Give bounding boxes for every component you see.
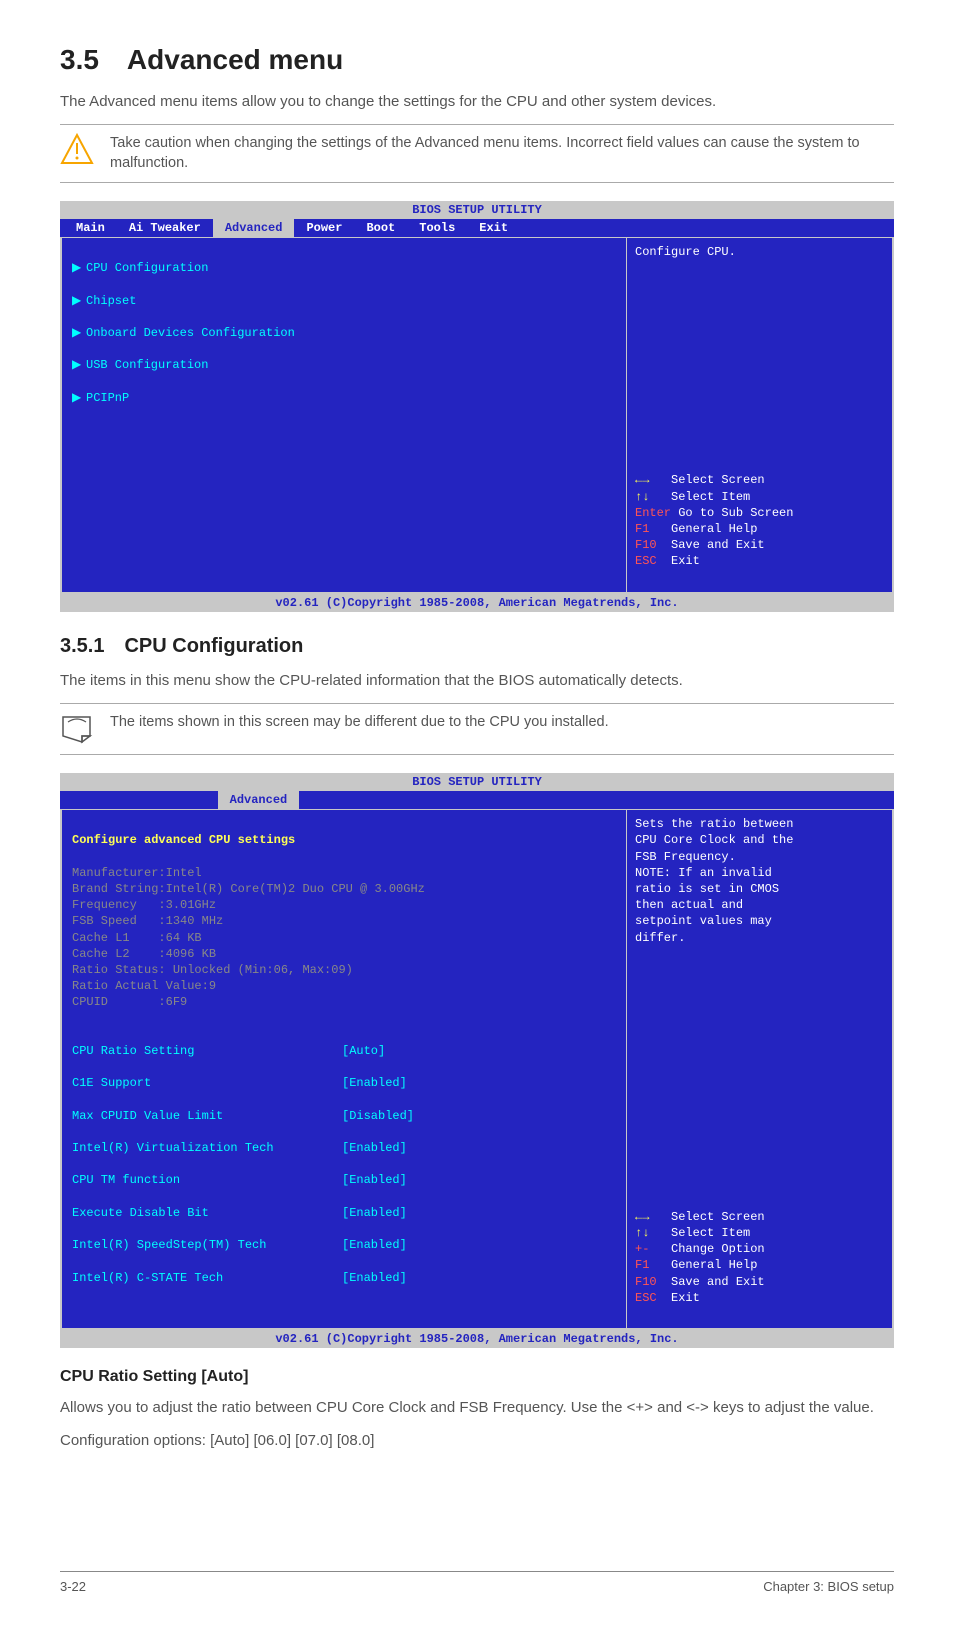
setting-label: Intel(R) C-STATE Tech xyxy=(72,1270,342,1286)
setting-label: Execute Disable Bit xyxy=(72,1205,342,1221)
chapter-label: Chapter 3: BIOS setup xyxy=(763,1578,894,1596)
subsection-text: The items in this menu show the CPU-rela… xyxy=(60,670,894,691)
help-text: Sets the ratio between CPU Core Clock an… xyxy=(635,816,884,946)
bios-help-pane: Configure CPU. ←→ Select Screen ↑↓ Selec… xyxy=(627,238,892,592)
tab-boot: Boot xyxy=(354,219,407,237)
cpu-ratio-options: Configuration options: [Auto] [06.0] [07… xyxy=(60,1430,894,1451)
tab-advanced: Advanced xyxy=(213,219,295,237)
cpu-ratio-heading: CPU Ratio Setting [Auto] xyxy=(60,1366,894,1388)
setting-label: Max CPUID Value Limit xyxy=(72,1108,342,1124)
setting-label: C1E Support xyxy=(72,1075,342,1091)
note-callout: The items shown in this screen may be di… xyxy=(60,703,894,755)
bios-tab-bar: Main Ai Tweaker Advanced Power Boot Tool… xyxy=(60,219,894,237)
setting-value: [Enabled] xyxy=(342,1205,407,1221)
key-legend: ←→ Select Screen ↑↓ Select Item Enter Go… xyxy=(635,456,884,586)
bios-menu-list: ▶CPU Configuration ▶Chipset ▶Onboard Dev… xyxy=(62,238,627,592)
bios-screenshot-advanced-menu: BIOS SETUP UTILITY Main Ai Tweaker Advan… xyxy=(60,201,894,612)
setting-value: [Enabled] xyxy=(342,1237,407,1253)
cpu-ratio-paragraph: Allows you to adjust the ratio between C… xyxy=(60,1397,894,1418)
caution-callout: Take caution when changing the settings … xyxy=(60,124,894,183)
intro-paragraph: The Advanced menu items allow you to cha… xyxy=(60,91,894,112)
menu-item: PCIPnP xyxy=(86,390,129,406)
bios-screenshot-cpu-config: BIOS SETUP UTILITY .................. Ad… xyxy=(60,773,894,1348)
page-footer: 3-22 Chapter 3: BIOS setup xyxy=(60,1571,894,1596)
bios-title-bar: BIOS SETUP UTILITY xyxy=(60,773,894,791)
subsection-heading: 3.5.1 CPU Configuration xyxy=(60,632,894,660)
setting-label: CPU Ratio Setting xyxy=(72,1043,342,1059)
bios-copyright: v02.61 (C)Copyright 1985-2008, American … xyxy=(60,594,894,612)
note-text: The items shown in this screen may be di… xyxy=(110,712,609,732)
tab-power: Power xyxy=(294,219,354,237)
menu-item: Onboard Devices Configuration xyxy=(86,325,295,341)
page-number: 3-22 xyxy=(60,1578,86,1596)
bios-cpu-pane: Configure advanced CPU settings Manufact… xyxy=(62,810,627,1328)
setting-value: [Enabled] xyxy=(342,1075,407,1091)
note-icon xyxy=(60,712,94,746)
tab-main: Main xyxy=(64,219,117,237)
setting-label: Intel(R) Virtualization Tech xyxy=(72,1140,342,1156)
menu-item: CPU Configuration xyxy=(86,260,208,276)
tab-tools: Tools xyxy=(407,219,467,237)
caution-text: Take caution when changing the settings … xyxy=(110,133,894,174)
bios-help-pane: Sets the ratio between CPU Core Clock an… xyxy=(627,810,892,1328)
tab-ai-tweaker: Ai Tweaker xyxy=(117,219,213,237)
setting-value: [Auto] xyxy=(342,1043,385,1059)
help-text: Configure CPU. xyxy=(635,244,884,260)
setting-label: Intel(R) SpeedStep(TM) Tech xyxy=(72,1237,342,1253)
setting-label: CPU TM function xyxy=(72,1172,342,1188)
key-legend: ←→ Select Screen ↑↓ Select Item +- Chang… xyxy=(635,1193,884,1323)
menu-item: USB Configuration xyxy=(86,357,208,373)
menu-item: Chipset xyxy=(86,293,136,309)
tab-advanced: Advanced xyxy=(218,791,300,809)
section-heading: 3.5 Advanced menu xyxy=(60,40,894,79)
cpu-config-heading: Configure advanced CPU settings xyxy=(72,832,616,848)
bios-tab-bar-single: .................. Advanced xyxy=(60,791,894,809)
setting-value: [Enabled] xyxy=(342,1172,407,1188)
setting-value: [Enabled] xyxy=(342,1270,407,1286)
bios-title-bar: BIOS SETUP UTILITY xyxy=(60,201,894,219)
setting-value: [Disabled] xyxy=(342,1108,414,1124)
bios-copyright: v02.61 (C)Copyright 1985-2008, American … xyxy=(60,1330,894,1348)
cpu-info-block: Manufacturer:Intel Brand String:Intel(R)… xyxy=(72,865,616,1011)
caution-icon xyxy=(60,133,94,167)
tab-exit: Exit xyxy=(467,219,520,237)
setting-value: [Enabled] xyxy=(342,1140,407,1156)
